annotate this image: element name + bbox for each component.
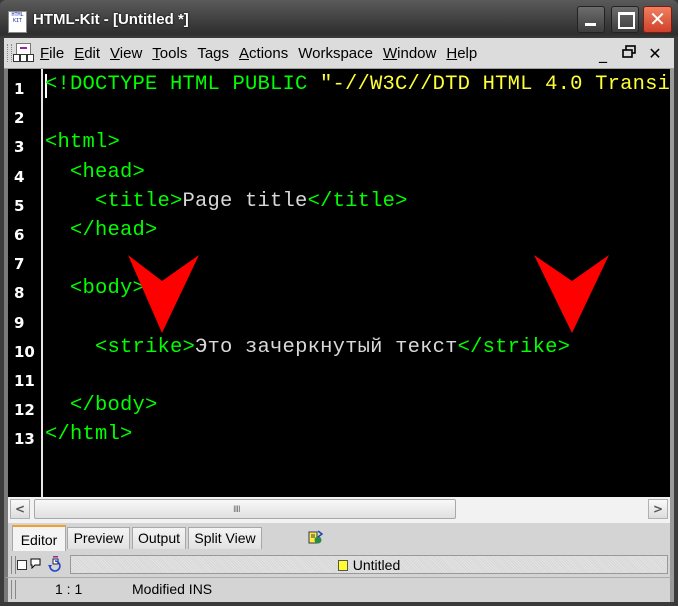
line-number: 11	[14, 372, 35, 390]
html-tag-token: </title>	[307, 189, 408, 213]
menu-file[interactable]: File	[40, 45, 64, 62]
code-line: </head>	[45, 219, 158, 242]
html-tag-token: <!DOCTYPE HTML PUBLIC	[45, 73, 321, 96]
thumb-grip: IIII	[233, 505, 241, 515]
tab-output[interactable]: Output	[132, 527, 186, 549]
document-restore-button[interactable]	[616, 44, 642, 63]
scroll-right-button[interactable]: >	[648, 499, 668, 519]
menu-tags[interactable]: Tags	[197, 45, 229, 62]
close-button[interactable]: ✕	[643, 6, 672, 33]
html-tag-token: <head>	[70, 160, 146, 184]
red-arrow-annotation-left	[128, 255, 208, 335]
title-bar[interactable]: HTML KIT HTML-Kit - [Untitled *] ✕	[0, 0, 678, 38]
line-number: 4	[14, 167, 25, 186]
document-tab-label: Untitled	[352, 557, 401, 573]
document-close-button[interactable]: ✕	[642, 44, 668, 63]
code-editor[interactable]: 1 2 3 4 5 6 7 8 9 10 11 12 13 <!DOCTYPE HTML PUBLIC …	[4, 69, 674, 497]
scrollbar-thumb[interactable]: IIII	[34, 499, 456, 519]
code-line: <title>Page title</title>	[45, 190, 408, 213]
menu-bar: File Edit View Tools Tags Actions Workspace Win…	[4, 38, 674, 69]
document-system-menu-icon[interactable]	[13, 43, 34, 63]
code-line: </body>	[45, 394, 158, 417]
code-line: <!DOCTYPE HTML PUBLIC "-//W3C//DTD HTML …	[45, 73, 670, 96]
text-token: Это зачеркнутый текст	[195, 335, 458, 359]
document-icon	[337, 560, 348, 571]
code-line: <html>	[45, 131, 120, 154]
status-bar: 1 : 1 Modified INS	[4, 577, 674, 602]
menu-window[interactable]: Window	[383, 45, 436, 62]
line-number: 1	[14, 80, 25, 98]
toolbar-grip[interactable]	[7, 44, 12, 62]
html-tag-token: <strike>	[95, 335, 196, 359]
line-number-gutter: 1 2 3 4 5 6 7 8 9 10 11 12 13	[8, 69, 43, 497]
tab-preview[interactable]: Preview	[67, 527, 130, 549]
red-arrow-annotation-right	[534, 255, 614, 335]
text-token: Page title	[182, 189, 308, 213]
comment-icon[interactable]	[29, 558, 41, 570]
sync-preview-icon[interactable]	[308, 529, 324, 545]
menu-help[interactable]: Help	[446, 45, 477, 62]
html-tag-token: </html>	[45, 423, 133, 447]
app-window: HTML KIT HTML-Kit - [Untitled *] ✕ File E…	[0, 0, 678, 606]
tab-split-view[interactable]: Split View	[188, 527, 262, 549]
menu-tools[interactable]: Tools	[152, 45, 187, 62]
menu-workspace[interactable]: Workspace	[298, 45, 373, 62]
view-tabs: Editor Preview Output Split View	[4, 523, 674, 553]
menu-items: File Edit View Tools Tags Actions Workspace Win…	[40, 38, 487, 68]
line-number: 8	[14, 284, 25, 303]
line-number: 2	[14, 109, 25, 128]
minimize-button[interactable]	[577, 6, 605, 33]
string-token: "-//W3C//DTD HTML 4.0 Transitional//EN"	[320, 73, 670, 96]
maximize-icon	[612, 7, 638, 32]
html-tag-token: </head>	[70, 219, 158, 242]
menu-view[interactable]: View	[110, 45, 142, 62]
line-number: 13	[14, 430, 35, 449]
window-bottom-border	[0, 602, 678, 606]
document-minimize-button[interactable]: _	[590, 44, 616, 63]
maximize-button[interactable]	[611, 6, 639, 33]
window-list-icon[interactable]	[17, 560, 27, 570]
html-tag-token: </body>	[70, 394, 158, 418]
html-tag-token: </strike>	[457, 335, 571, 359]
tab-editor[interactable]: Editor	[12, 525, 66, 551]
restore-icon	[622, 44, 636, 58]
close-icon: ✕	[649, 7, 666, 31]
line-number: 3	[14, 138, 25, 157]
document-bar: Untitled	[4, 553, 674, 577]
line-number: 6	[14, 226, 25, 244]
line-number: 10	[14, 342, 35, 361]
html-kit-app-icon[interactable]: HTML KIT	[8, 11, 27, 33]
html-tag-token: <html>	[45, 131, 121, 155]
docbar-grip[interactable]	[11, 556, 16, 574]
line-number: 9	[14, 313, 25, 332]
html-tag-token: <title>	[95, 189, 183, 213]
window-title: HTML-Kit - [Untitled *]	[33, 11, 189, 28]
line-number: 12	[14, 401, 35, 420]
horizontal-scrollbar[interactable]: < IIII >	[4, 497, 674, 523]
code-line: <head>	[45, 161, 145, 184]
line-number: 5	[14, 196, 25, 215]
document-tab-untitled[interactable]: Untitled	[70, 555, 668, 574]
document-window-controls: _ ✕	[590, 38, 668, 68]
refresh-document-icon[interactable]	[48, 556, 62, 572]
line-number: 7	[14, 255, 25, 274]
cursor-position: 1 : 1	[55, 581, 83, 597]
statusbar-grip	[11, 580, 16, 599]
scroll-left-button[interactable]: <	[10, 499, 30, 519]
minimize-icon	[578, 7, 604, 32]
code-line: </html>	[45, 423, 133, 446]
menu-actions[interactable]: Actions	[239, 45, 288, 62]
menu-edit[interactable]: Edit	[74, 45, 100, 62]
edit-mode-status: Modified INS	[132, 581, 213, 597]
code-line: <strike>Это зачеркнутый текст</strike>	[45, 336, 570, 359]
